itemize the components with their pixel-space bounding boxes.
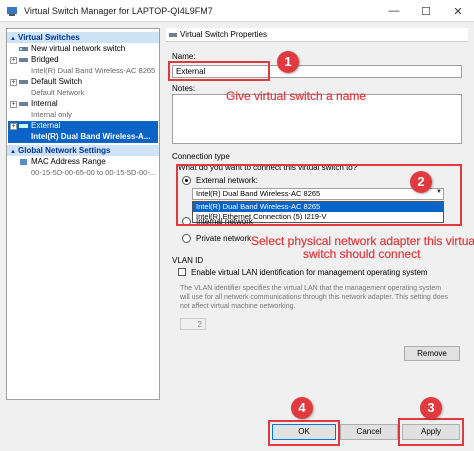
tree-item-new-switch[interactable]: New virtual network switch [31, 44, 125, 53]
tree-item-default-switch[interactable]: Default Switch [31, 77, 82, 86]
tree-item-mac-range[interactable]: MAC Address Range [31, 157, 106, 166]
tree-header-label: Virtual Switches [18, 33, 80, 42]
connection-type-label: Connection type [172, 152, 230, 161]
vlan-checkbox[interactable] [178, 268, 186, 276]
notes-label: Notes: [172, 84, 196, 93]
vlan-id-input[interactable]: 2 [180, 318, 206, 330]
collapse-icon: ▲ [10, 149, 16, 155]
vlan-checkbox-label: Enable virtual LAN identification for ma… [191, 268, 428, 277]
tree-item-sub: Internal only [31, 110, 72, 119]
network-switch-icon [19, 58, 28, 62]
step-1-callout: 1 [277, 51, 299, 73]
step-2-callout: 2 [410, 171, 432, 193]
highlight-ok-button [268, 420, 340, 446]
vlan-header: VLAN ID [172, 256, 204, 265]
remove-button[interactable]: Remove [404, 346, 460, 361]
properties-header-label: Virtual Switch Properties [180, 30, 267, 39]
annotation-text-2b: switch should connect [303, 247, 421, 261]
annotation-text-2a: Select physical network adapter this vir… [251, 234, 474, 248]
tree-header-label: Global Network Settings [18, 146, 111, 155]
properties-header: Virtual Switch Properties [166, 28, 468, 42]
virtual-switch-icon [7, 7, 17, 16]
step-4-callout: 4 [291, 397, 313, 419]
cancel-button[interactable]: Cancel [340, 424, 398, 440]
title-bar: Virtual Switch Manager for LAPTOP-QI4L9F… [0, 0, 474, 22]
expand-icon[interactable]: + [10, 101, 17, 108]
tree-header-global-settings[interactable]: ▲ Global Network Settings [7, 145, 159, 156]
network-switch-icon [19, 47, 28, 51]
expand-icon[interactable]: + [10, 57, 17, 64]
tree-item-bridged[interactable]: Bridged [31, 55, 59, 64]
tree-item-internal[interactable]: Internal [31, 99, 58, 108]
tree-item-sub: Intel(R) Dual Band Wireless-AC 8265 [31, 66, 156, 75]
network-switch-icon [19, 102, 28, 106]
tree-item-sub: 00-15-5D-00-65-00 to 00-15-5D-00-... [31, 168, 157, 177]
maximize-button[interactable]: ☐ [410, 0, 442, 22]
minimize-button[interactable]: — [378, 0, 410, 22]
tree-item-sub: Default Network [31, 88, 85, 97]
switch-tree: ▲ Virtual Switches New virtual network sw… [6, 28, 160, 400]
private-network-label: Private network [196, 234, 252, 243]
expand-icon[interactable]: + [10, 123, 17, 130]
highlight-apply-button [398, 418, 464, 446]
expand-icon[interactable]: + [10, 79, 17, 86]
collapse-icon: ▲ [10, 36, 16, 42]
tree-item-external[interactable]: External [31, 121, 60, 130]
network-switch-icon [19, 124, 28, 128]
vlan-description: The VLAN identifier specifies the virtua… [180, 285, 448, 310]
name-label: Name: [172, 52, 196, 61]
network-switch-icon [19, 80, 28, 84]
highlight-name-input [168, 61, 270, 81]
annotation-text-1: Give virtual switch a name [226, 89, 367, 103]
network-switch-icon [169, 33, 177, 37]
close-button[interactable]: ✕ [442, 0, 474, 22]
tree-item-sub: Intel(R) Dual Band Wireless-A... [31, 132, 151, 141]
step-3-callout: 3 [420, 397, 442, 419]
window-title: Virtual Switch Manager for LAPTOP-QI4L9F… [24, 6, 213, 16]
mac-address-icon [20, 159, 27, 165]
private-network-radio[interactable] [182, 234, 191, 243]
tree-header-virtual-switches[interactable]: ▲ Virtual Switches [7, 32, 159, 43]
